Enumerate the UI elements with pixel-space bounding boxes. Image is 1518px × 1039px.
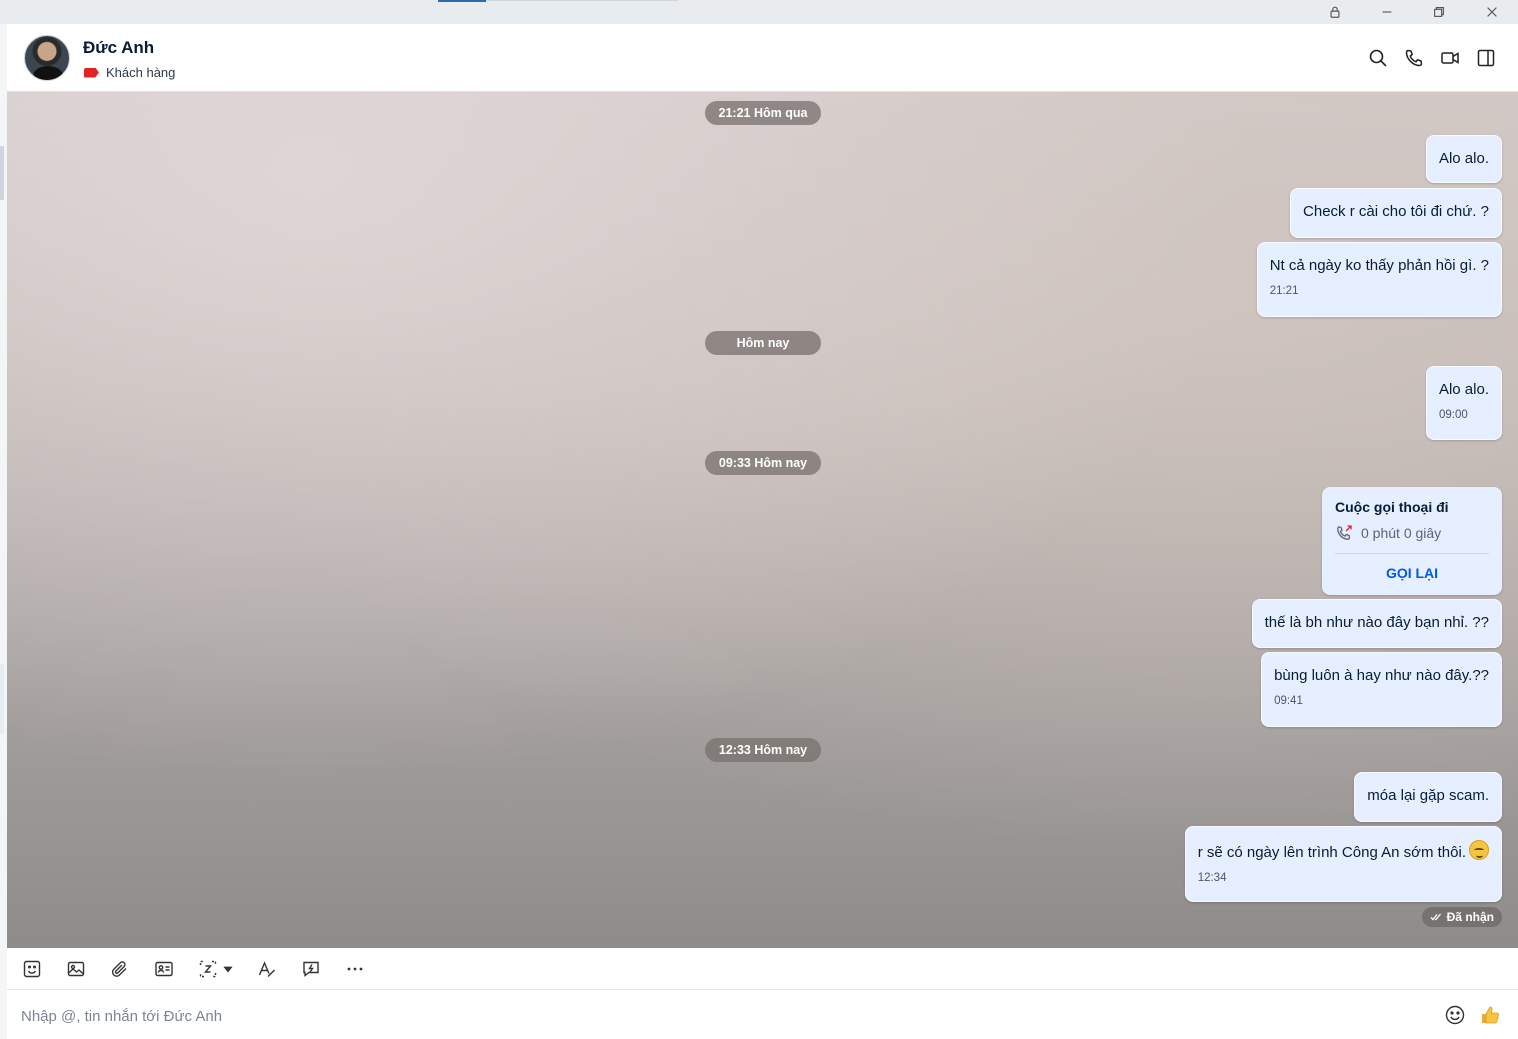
call-duration-row: 0 phút 0 giây [1335,524,1489,542]
attachment-icon[interactable] [108,958,132,980]
sticker-icon[interactable] [20,958,44,980]
divider [1335,553,1489,554]
chevron-down-icon[interactable] [221,958,235,980]
contact-card-icon[interactable] [152,958,176,980]
date-separator: 09:33 Hôm nay [705,451,821,475]
sidebar-edge-marker [0,664,4,734]
tab-strip-line [486,0,678,1]
avatar[interactable] [24,35,70,81]
contact-tag-label: Khách hàng [106,65,176,80]
restore-icon[interactable] [1421,0,1457,24]
close-icon[interactable] [1474,0,1510,24]
more-options-icon[interactable] [343,958,367,980]
date-separator: 21:21 Hôm qua [705,101,821,125]
composer-toolbar [7,948,1518,990]
message-bubble[interactable]: Check r cài cho tôi đi chứ. ? [1290,188,1502,238]
message-text: thế là bh như nào đây bạn nhỉ. ?? [1264,614,1489,631]
message-list[interactable]: 21:21 Hôm qua Alo alo. Check r cài cho t… [7,92,1518,948]
date-separator: Hôm nay [705,331,821,355]
message-text: bùng luôn à hay như nào đây.?? [1274,667,1489,684]
text-format-icon[interactable] [255,958,279,980]
outgoing-call-icon [1337,525,1352,540]
message-text: móa lại gặp scam. [1367,787,1489,804]
message-time: 12:34 [1197,872,1227,884]
double-check-icon [1430,913,1441,921]
search-icon[interactable] [1366,46,1390,70]
contact-name[interactable]: Đức Anh [83,38,154,58]
status-text: Đã nhận [1446,910,1494,924]
message-text: r sẽ có ngày lên trình Công An sớm thôi. [1198,840,1489,863]
conversation-header: Đức Anh Khách hàng [7,24,1518,92]
tag-icon [84,67,99,78]
call-card: Cuộc gọi thoại đi 0 phút 0 giây GỌI LẠI [1322,487,1502,595]
date-separator: 12:33 Hôm nay [705,738,821,762]
message-bubble[interactable]: móa lại gặp scam. [1354,772,1502,822]
call-duration: 0 phút 0 giây [1361,525,1442,541]
screenshot-icon[interactable] [196,958,220,980]
status-badge: Đã nhận [1421,907,1502,927]
message-bubble[interactable]: Alo alo. [1425,135,1502,183]
message-text-content: r sẽ có ngày lên trình Công An sớm thôi. [1197,844,1466,861]
message-text: Alo alo. [1438,150,1489,167]
message-bubble[interactable]: Nt cả ngày ko thấy phản hồi gì. ? 21:21 [1256,242,1502,317]
message-text: Nt cả ngày ko thấy phản hồi gì. ? [1269,257,1489,274]
call-title: Cuộc gọi thoại đi [1335,499,1449,515]
message-input[interactable] [19,1000,1423,1032]
message-time: 09:41 [1274,695,1303,707]
message-bubble[interactable]: thế là bh như nào đây bạn nhỉ. ?? [1251,599,1502,648]
message-time: 21:21 [1269,285,1299,297]
lock-icon[interactable] [1317,0,1353,24]
image-icon[interactable] [64,958,88,980]
call-back-button[interactable]: GỌI LẠI [1335,565,1489,581]
video-icon[interactable] [1438,46,1462,70]
message-text: Check r cài cho tôi đi chứ. ? [1303,203,1489,220]
message-bubble[interactable]: bùng luôn à hay như nào đây.?? 09:41 [1261,652,1502,727]
active-tab-indicator [438,0,486,2]
message-composer [7,990,1518,1039]
message-time: 09:00 [1438,409,1468,421]
quick-message-icon[interactable] [299,958,323,980]
sidebar-edge-marker [0,146,4,200]
emoji-icon[interactable] [1442,1002,1468,1028]
phone-icon[interactable] [1402,46,1426,70]
contact-tag[interactable]: Khách hàng [84,65,175,80]
thumbs-up-icon[interactable] [1477,1002,1503,1028]
message-bubble[interactable]: Alo alo. 09:00 [1425,366,1502,440]
smile-emoji-icon [1469,840,1489,860]
minimize-icon[interactable] [1369,0,1405,24]
window-titlebar [0,0,1518,24]
message-text: Alo alo. [1438,381,1489,398]
panel-icon[interactable] [1474,46,1498,70]
message-bubble[interactable]: r sẽ có ngày lên trình Công An sớm thôi.… [1184,826,1502,902]
